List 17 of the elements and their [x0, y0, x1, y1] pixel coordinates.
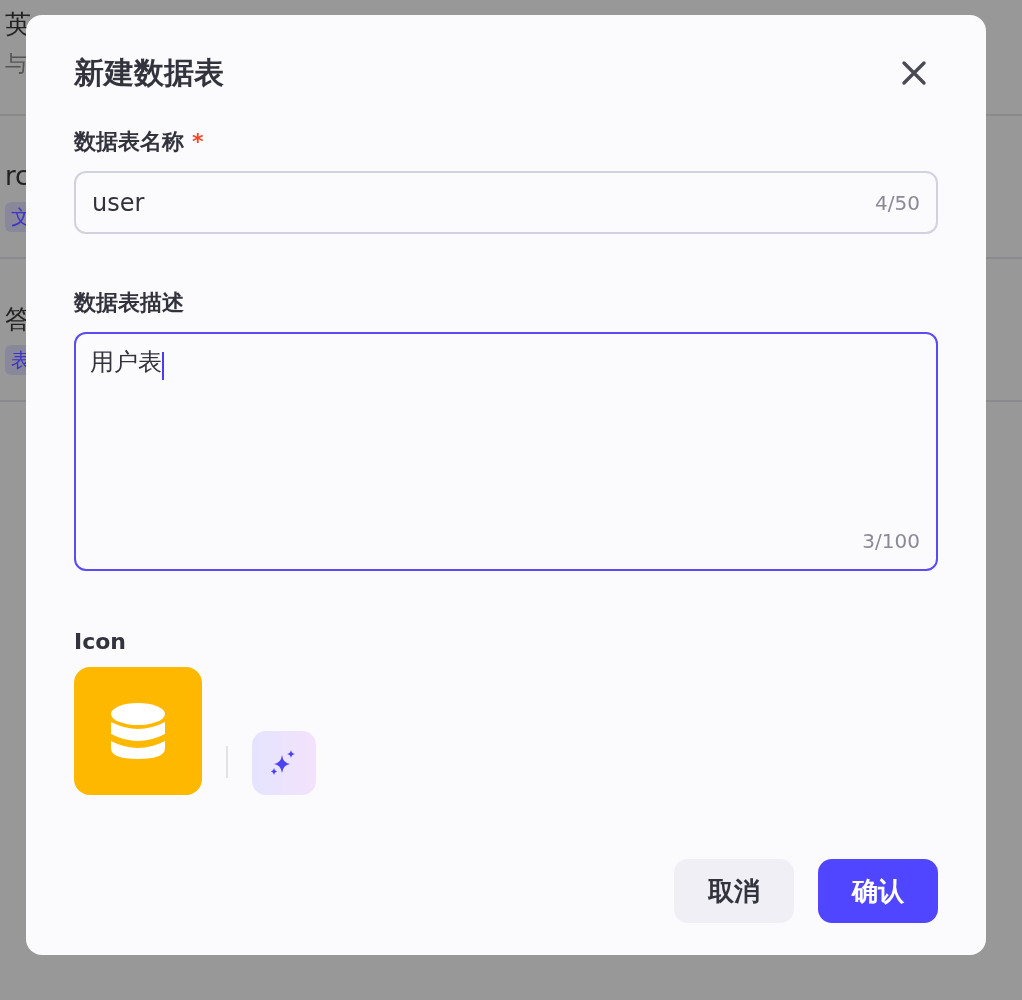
field-label: 数据表描述	[74, 289, 184, 317]
text-cursor	[162, 351, 164, 380]
text-area[interactable]: 用户表 3/100	[74, 332, 938, 571]
ai-generate-button[interactable]	[252, 731, 316, 795]
field-label: 数据表名称	[74, 128, 184, 156]
list-item-subtitle: 与	[5, 50, 27, 78]
section-label: Icon	[74, 628, 126, 656]
close-icon[interactable]	[900, 59, 928, 87]
character-counter: 3/100	[862, 529, 920, 553]
required-mark: *	[192, 128, 204, 156]
confirm-button[interactable]: 确认	[818, 859, 938, 923]
dialog-title: 新建数据表	[74, 53, 224, 92]
cancel-button[interactable]: 取消	[674, 859, 794, 923]
database-icon	[110, 702, 166, 760]
character-counter: 4/50	[875, 191, 920, 215]
selected-icon-tile[interactable]	[74, 667, 202, 795]
input-field[interactable]: user 4/50	[74, 171, 938, 234]
